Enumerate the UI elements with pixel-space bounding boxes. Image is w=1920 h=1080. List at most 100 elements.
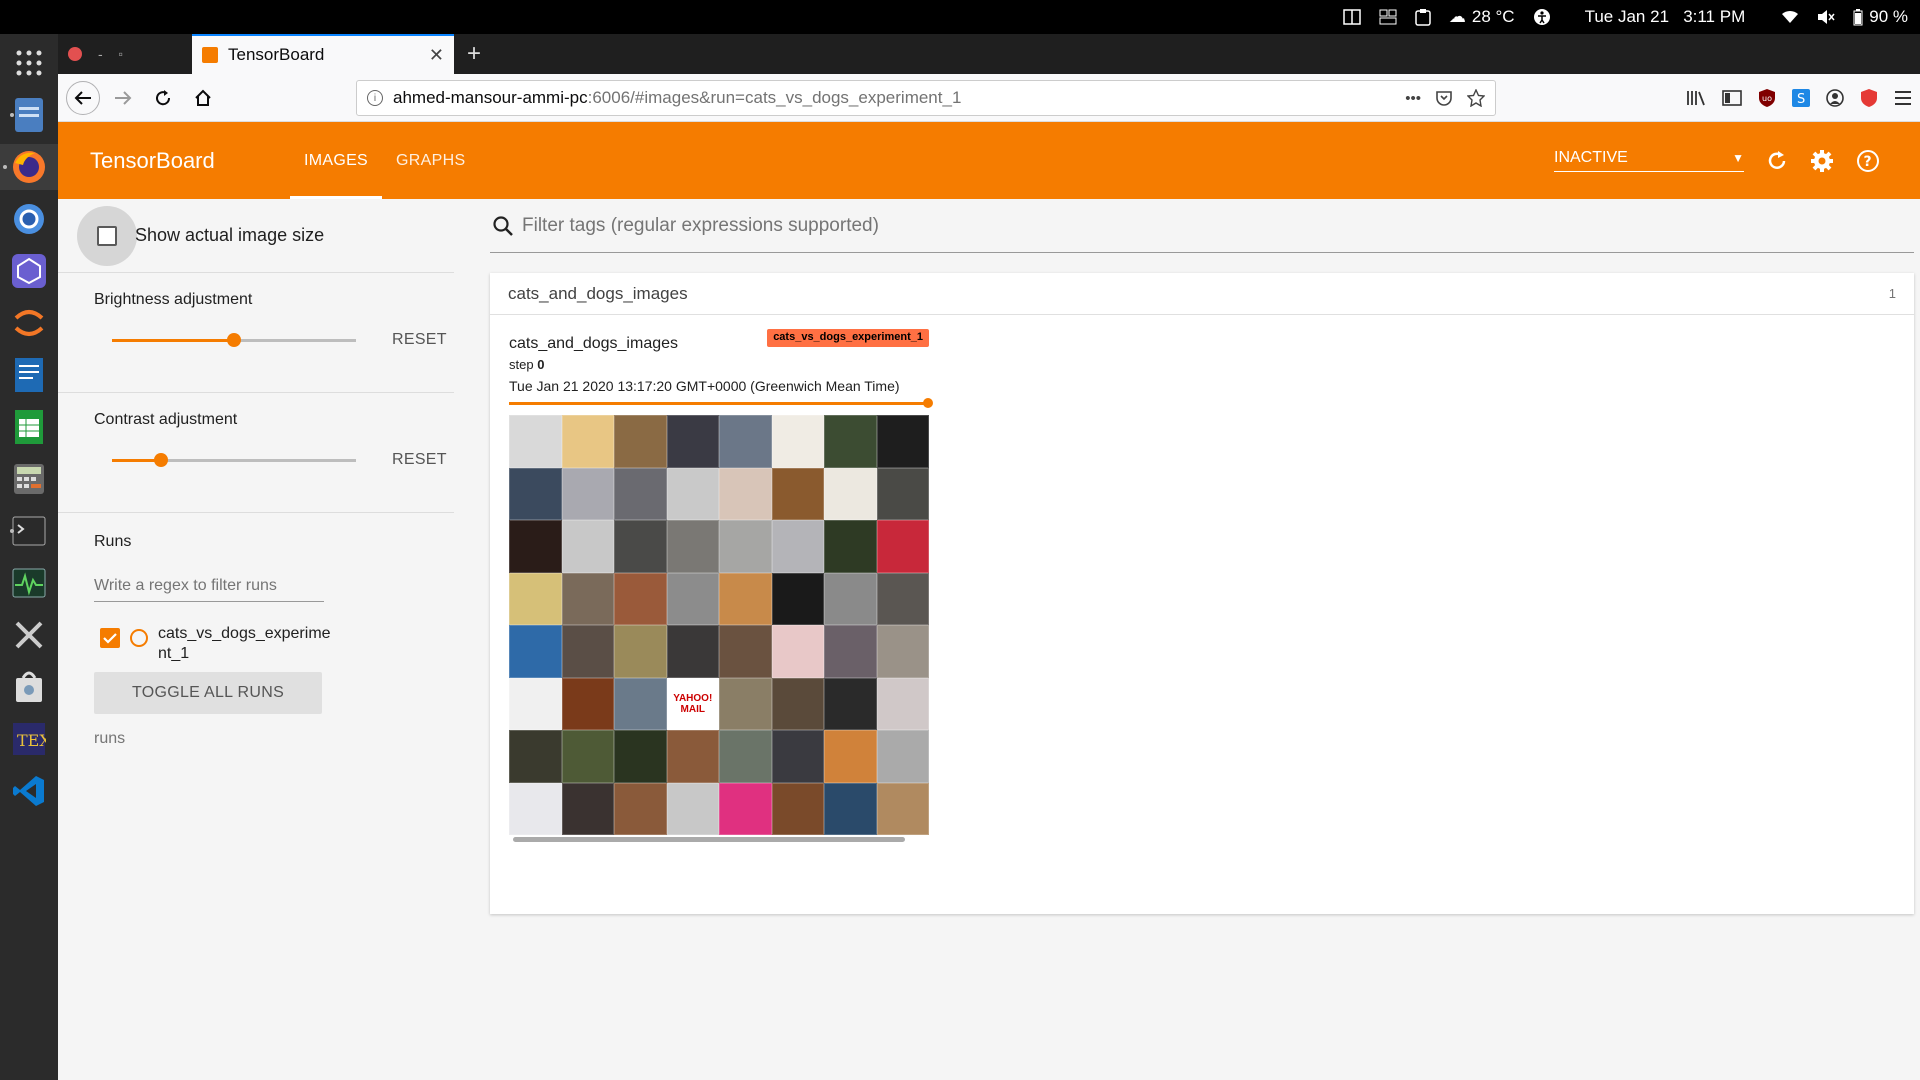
app-title: TensorBoard xyxy=(90,147,215,173)
sidebar-icon[interactable] xyxy=(1722,89,1742,107)
reload-button[interactable] xyxy=(146,81,180,115)
grid-thumbnail xyxy=(666,730,719,783)
search-icon xyxy=(493,215,513,236)
image-horizontal-scrollbar[interactable] xyxy=(513,837,905,842)
plus-icon: + xyxy=(466,40,481,67)
menu-icon[interactable] xyxy=(1894,90,1912,106)
grid-thumbnail xyxy=(509,520,562,573)
tools-icon[interactable] xyxy=(7,612,51,658)
tag-filter-input[interactable]: Filter tags (regular expressions support… xyxy=(490,199,1914,253)
screen-layout-icon[interactable] xyxy=(1343,9,1361,25)
ublock-icon[interactable]: uo xyxy=(1758,88,1776,108)
application-dock: TEX xyxy=(0,34,58,1080)
back-button[interactable] xyxy=(66,80,100,115)
grid-thumbnail xyxy=(771,677,824,730)
webgl-app-icon[interactable] xyxy=(7,248,51,294)
grid-thumbnail xyxy=(561,782,614,835)
firefox-icon[interactable] xyxy=(0,144,58,190)
writer-icon[interactable] xyxy=(7,352,51,398)
brightness-slider-fill xyxy=(112,338,234,342)
grid-thumbnail xyxy=(666,782,719,835)
main-content: Filter tags (regular expressions support… xyxy=(490,199,1914,1080)
contrast-slider-knob[interactable] xyxy=(153,452,168,467)
forward-button[interactable] xyxy=(106,81,140,115)
toolbar-right: uo S xyxy=(1686,80,1912,116)
step-slider[interactable] xyxy=(509,398,933,408)
grid-thumbnail xyxy=(561,625,614,678)
tag-group-header[interactable]: cats_and_dogs_images 1 xyxy=(490,273,1914,315)
window-maximize-icon[interactable]: ▫ xyxy=(119,47,123,61)
image-card-title: cats_and_dogs_images xyxy=(509,335,679,352)
arrow-left-icon xyxy=(74,90,91,105)
help-icon[interactable]: ? xyxy=(1856,149,1880,173)
settings-gear-icon[interactable] xyxy=(1810,149,1834,173)
image-grid[interactable]: YAHOO! MAIL xyxy=(509,415,929,835)
jupyter-icon[interactable] xyxy=(7,300,51,346)
close-tab-icon[interactable]: ✕ xyxy=(429,45,444,66)
chromium-icon[interactable] xyxy=(7,196,51,242)
contrast-slider[interactable] xyxy=(112,452,356,467)
grid-thumbnail xyxy=(666,625,719,678)
calc-icon[interactable] xyxy=(7,404,51,450)
clipboard-icon[interactable] xyxy=(1415,8,1431,26)
cloud-icon: ☁ xyxy=(1448,7,1466,26)
info-icon[interactable]: i xyxy=(367,90,383,106)
grid-thumbnail xyxy=(876,677,929,730)
workspace-icon[interactable] xyxy=(1379,9,1397,25)
battery-indicator[interactable]: 90 % xyxy=(1853,7,1908,27)
weather-indicator[interactable]: ☁ 28 °C xyxy=(1449,7,1515,27)
grid-thumbnail xyxy=(876,572,929,625)
grid-thumbnail xyxy=(614,415,667,468)
run-checkbox[interactable] xyxy=(100,628,120,648)
accessibility-icon[interactable] xyxy=(1533,8,1551,26)
url-host: ahmed-mansour-ammi-pc xyxy=(393,88,588,107)
tab-graphs[interactable]: GRAPHS xyxy=(382,122,479,199)
url-bar[interactable]: i ahmed-mansour-ammi-pc:6006/#images&run… xyxy=(356,80,1496,116)
tab-images[interactable]: IMAGES xyxy=(290,122,383,199)
calculator-icon[interactable] xyxy=(7,456,51,502)
home-button[interactable] xyxy=(186,81,220,115)
system-monitor-icon[interactable] xyxy=(7,560,51,606)
grid-thumbnail xyxy=(666,572,719,625)
wifi-icon[interactable] xyxy=(1781,10,1799,24)
apps-grid-icon[interactable] xyxy=(7,40,51,86)
extension-s-icon[interactable]: S xyxy=(1792,89,1810,107)
contrast-label: Contrast adjustment xyxy=(94,411,238,428)
clock[interactable]: Tue Jan 21 3:11 PM xyxy=(1585,7,1746,27)
contrast-reset-button[interactable]: RESET xyxy=(392,451,447,469)
inactive-dashboards-select[interactable]: INACTIVE ▼ xyxy=(1554,149,1744,172)
file-manager-icon[interactable] xyxy=(7,92,51,138)
brightness-slider[interactable] xyxy=(112,332,356,347)
tensorboard-favicon-icon xyxy=(202,47,218,63)
account-icon[interactable] xyxy=(1826,89,1844,107)
grid-thumbnail xyxy=(824,415,877,468)
bookmark-star-icon[interactable] xyxy=(1467,89,1485,107)
show-actual-size-checkbox[interactable] xyxy=(97,225,117,246)
vscode-icon[interactable] xyxy=(7,768,51,814)
image-card: cats_and_dogs_images cats_vs_dogs_experi… xyxy=(509,329,933,842)
privacy-badger-icon[interactable] xyxy=(1860,88,1878,108)
runs-regex-input[interactable]: Write a regex to filter runs xyxy=(94,577,324,602)
run-color-circle[interactable] xyxy=(130,629,148,647)
store-icon[interactable] xyxy=(7,664,51,710)
browser-tabstrip: - ▫ TensorBoard ✕ + xyxy=(58,34,1920,74)
window-minimize-icon[interactable]: - xyxy=(98,46,103,62)
grid-thumbnail xyxy=(719,677,772,730)
toggle-all-runs-button[interactable]: TOGGLE ALL RUNS xyxy=(94,672,322,714)
brightness-slider-knob[interactable] xyxy=(227,332,241,347)
show-actual-size-checkbox-ripple[interactable] xyxy=(77,205,137,266)
tab-title: TensorBoard xyxy=(228,45,325,64)
tab-tensorboard[interactable]: TensorBoard ✕ xyxy=(192,34,454,74)
pocket-icon[interactable] xyxy=(1435,89,1453,107)
new-tab-button[interactable]: + xyxy=(454,34,494,74)
refresh-icon[interactable] xyxy=(1766,150,1788,172)
step-slider-knob[interactable] xyxy=(923,398,933,408)
window-close-icon[interactable] xyxy=(68,47,82,61)
volume-icon[interactable] xyxy=(1817,9,1835,25)
runs-section: Runs Write a regex to filter runs cats_v… xyxy=(58,513,454,748)
library-icon[interactable] xyxy=(1686,89,1706,107)
texstudio-icon[interactable]: TEX xyxy=(7,716,51,762)
terminal-icon[interactable] xyxy=(7,508,51,554)
brightness-reset-button[interactable]: RESET xyxy=(392,331,447,349)
page-actions-icon[interactable]: ••• xyxy=(1405,90,1421,107)
